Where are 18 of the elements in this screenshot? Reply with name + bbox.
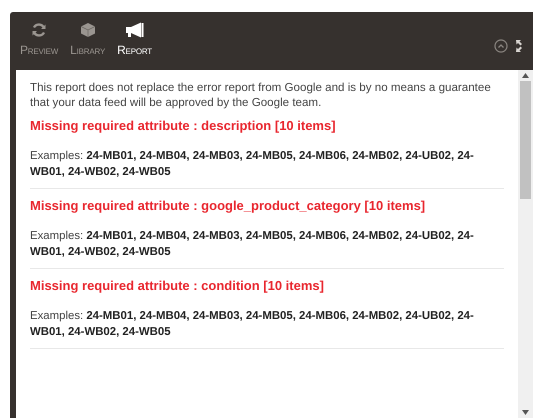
scroll-down-icon[interactable]: [522, 410, 529, 415]
scroll-up-icon[interactable]: [522, 73, 529, 78]
issue-title: Missing required attribute : google_product_category [10 items]: [30, 198, 426, 214]
scrollbar[interactable]: [518, 70, 533, 418]
refresh-icon: [31, 22, 48, 38]
issue-title: Missing required attribute : description [10 items]: [30, 118, 337, 134]
megaphone-icon: [124, 22, 145, 38]
scrollbar-thumb[interactable]: [520, 81, 531, 199]
toolbar-tab[interactable]: Report: [115, 22, 154, 57]
toolbar-tab[interactable]: Library: [68, 22, 108, 57]
issue-title: Missing required attribute : condition [10 items]: [30, 278, 325, 294]
examples-text: Examples: 24-MB01, 24-MB04, 24-MB03, 24-MB05, 24-MB06, 24-MB02, 24-UB02, 24-WB01, 24-WB02, 24-WB05: [30, 309, 475, 340]
collapse-icon[interactable]: [494, 39, 508, 53]
examples-text: Examples: 24-MB01, 24-MB04, 24-MB03, 24-MB05, 24-MB06, 24-MB02, 24-UB02, 24-WB01, 24-WB02, 24-WB05: [30, 149, 475, 180]
toolbar-tab[interactable]: Preview: [18, 22, 60, 57]
cube-icon: [80, 22, 96, 38]
examples-text: Examples: 24-MB01, 24-MB04, 24-MB03, 24-MB05, 24-MB06, 24-MB02, 24-UB02, 24-WB01, 24-WB02, 24-WB05: [30, 229, 475, 260]
disclaimer-text: This report does not replace the error report from Google and is by no means a guarantee that your data feed will be approved by the Google team.: [30, 80, 492, 110]
